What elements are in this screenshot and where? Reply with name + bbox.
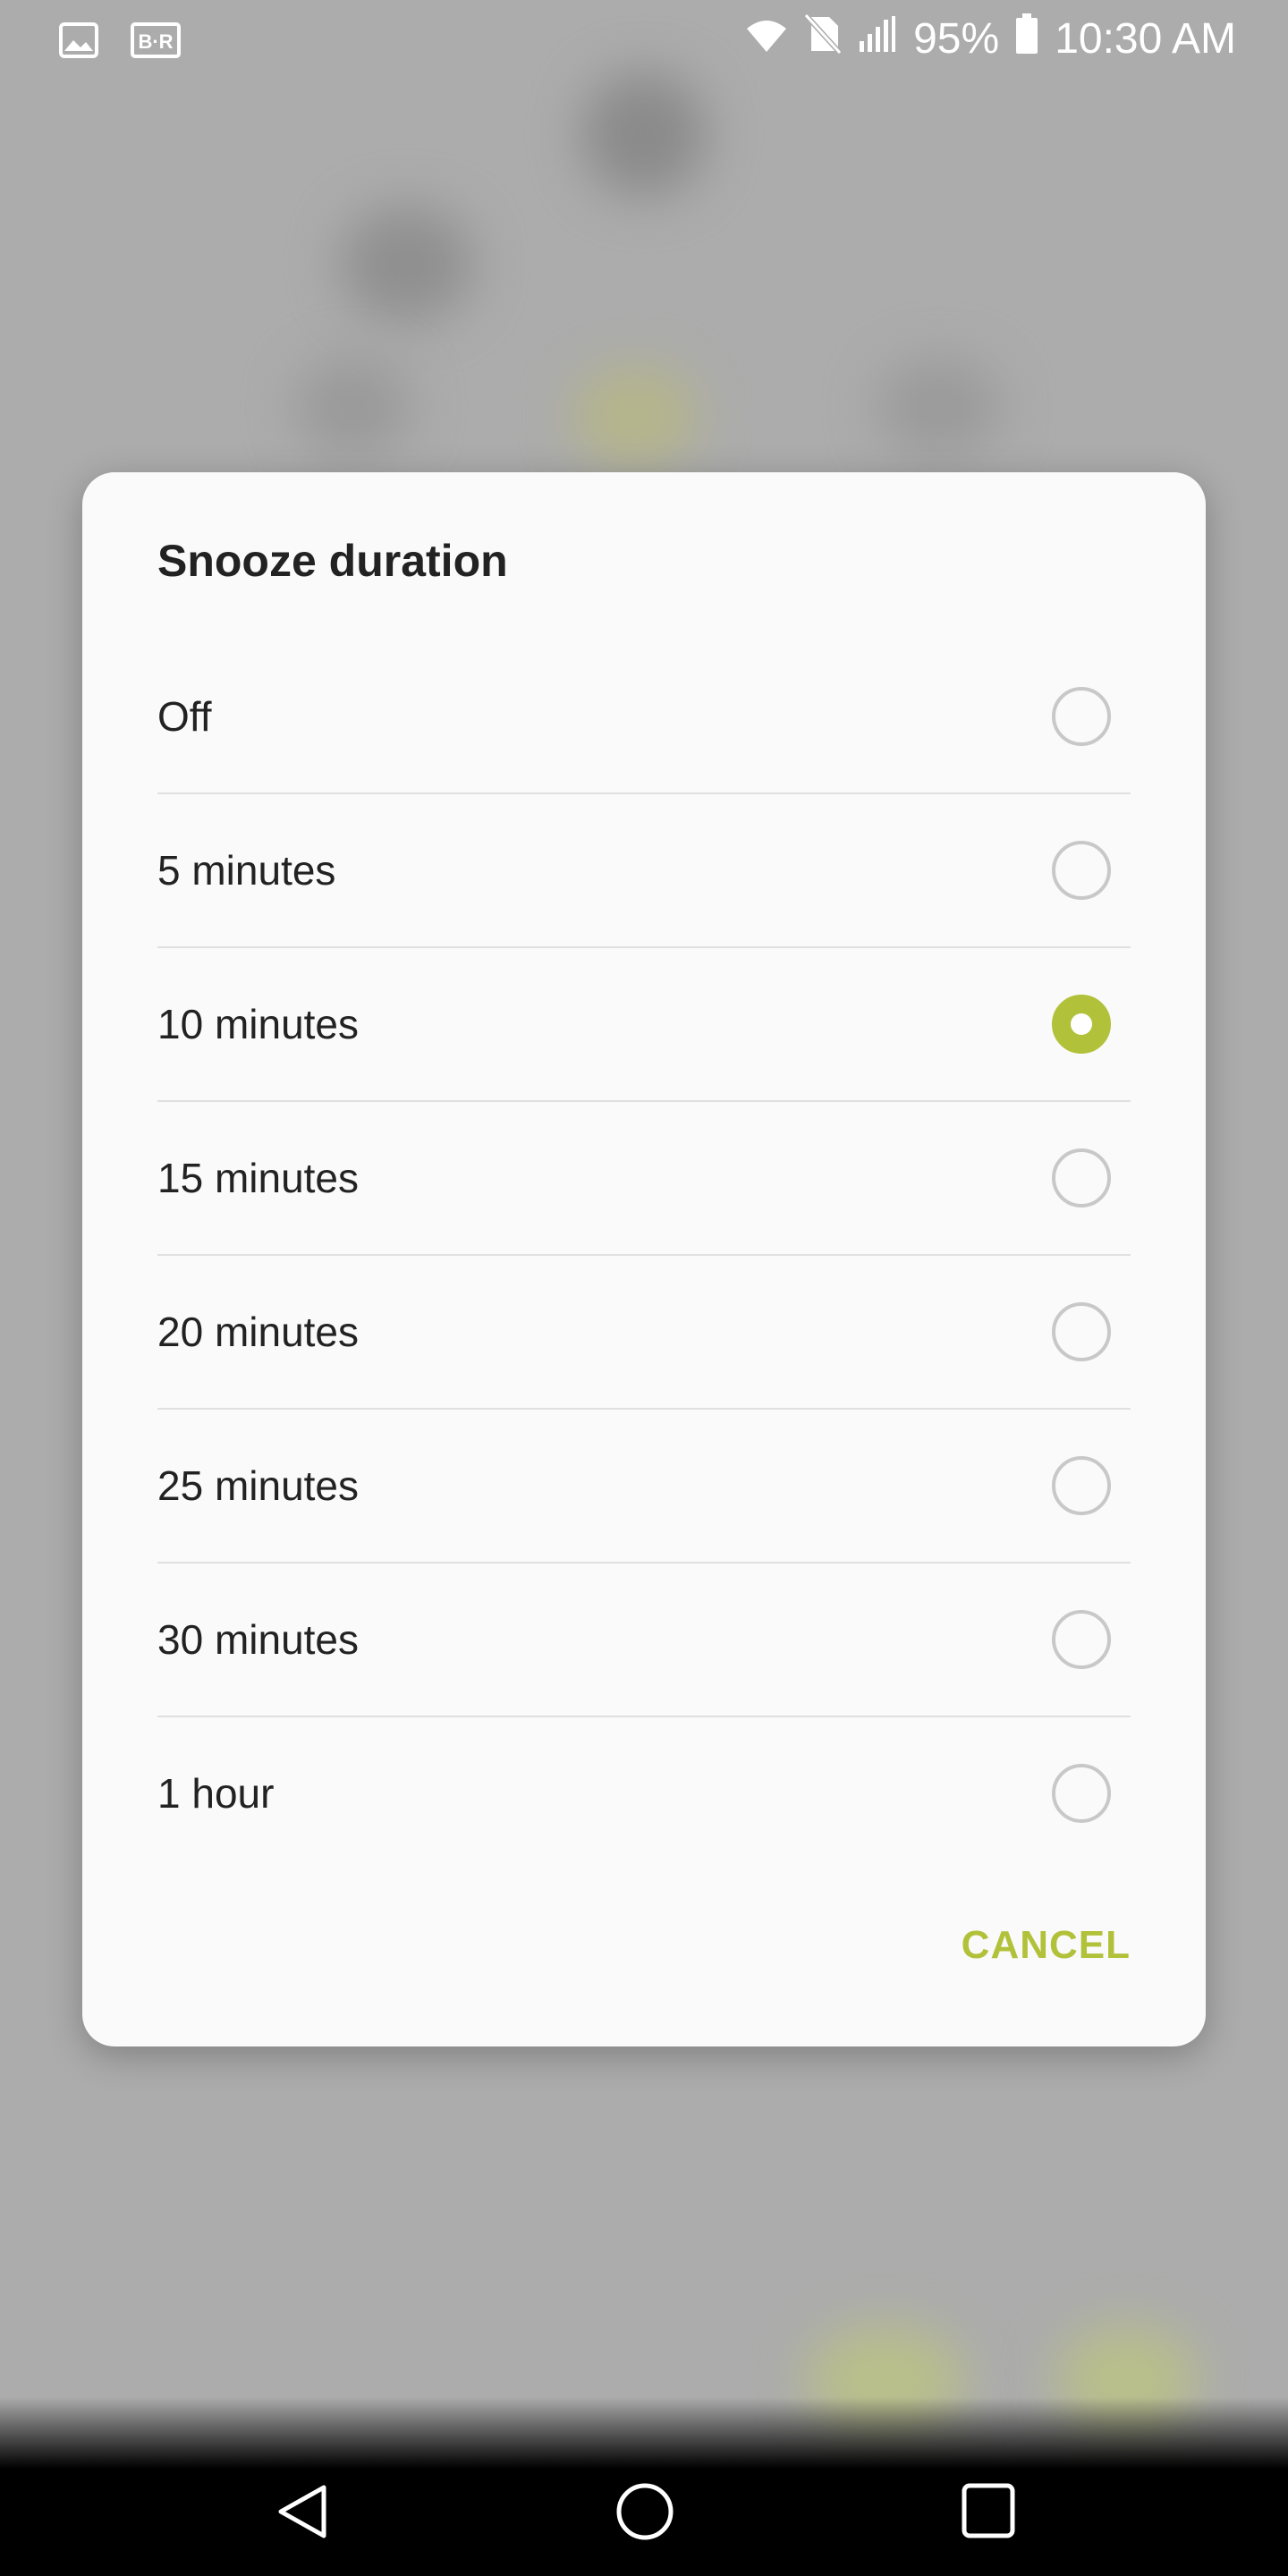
dialog-title: Snooze duration [157,536,508,586]
option-1-hour[interactable]: 1 hour [157,1717,1131,1869]
battery-icon [1015,13,1038,65]
snooze-dialog: Snooze duration Off 5 minutes 10 minutes… [82,472,1206,2046]
option-label: Off [157,693,212,740]
option-25-minutes[interactable]: 25 minutes [157,1410,1131,1563]
radio-button[interactable] [1052,1764,1111,1823]
signal-icon [858,14,897,64]
cancel-button[interactable]: CANCEL [962,1923,1131,1968]
radio-button[interactable] [1052,687,1111,746]
svg-text:B·R: B·R [138,30,173,53]
radio-button[interactable] [1052,1456,1111,1515]
option-label: 1 hour [157,1770,275,1817]
radio-button[interactable] [1052,841,1111,900]
option-off[interactable]: Off [157,640,1131,794]
option-15-minutes[interactable]: 15 minutes [157,1102,1131,1256]
home-icon[interactable] [615,2482,674,2546]
no-sim-icon [803,13,843,65]
battery-percent: 95% [913,15,1000,63]
recents-icon[interactable] [961,2482,1016,2544]
option-5-minutes[interactable]: 5 minutes [157,794,1131,948]
option-label: 25 minutes [157,1462,360,1509]
gallery-icon [59,20,98,69]
option-label: 15 minutes [157,1155,360,1201]
option-20-minutes[interactable]: 20 minutes [157,1256,1131,1410]
radio-button[interactable] [1052,1148,1111,1208]
option-label: 10 minutes [157,1001,360,1047]
option-label: 30 minutes [157,1616,360,1663]
option-10-minutes[interactable]: 10 minutes [157,948,1131,1102]
wifi-icon [745,15,788,64]
snooze-options-list: Off 5 minutes 10 minutes 15 minutes 20 m… [157,640,1131,1869]
back-icon[interactable] [274,2482,331,2546]
radio-button-selected[interactable] [1052,995,1111,1054]
option-30-minutes[interactable]: 30 minutes [157,1563,1131,1717]
navigation-bar [0,2397,1288,2576]
clock: 10:30 AM [1055,15,1236,63]
radio-button[interactable] [1052,1302,1111,1361]
status-bar: B·R 95% 10:30 AM [0,0,1288,79]
option-label: 20 minutes [157,1309,360,1355]
radio-button[interactable] [1052,1610,1111,1669]
option-label: 5 minutes [157,847,336,894]
bleacher-report-icon: B·R [131,20,181,69]
